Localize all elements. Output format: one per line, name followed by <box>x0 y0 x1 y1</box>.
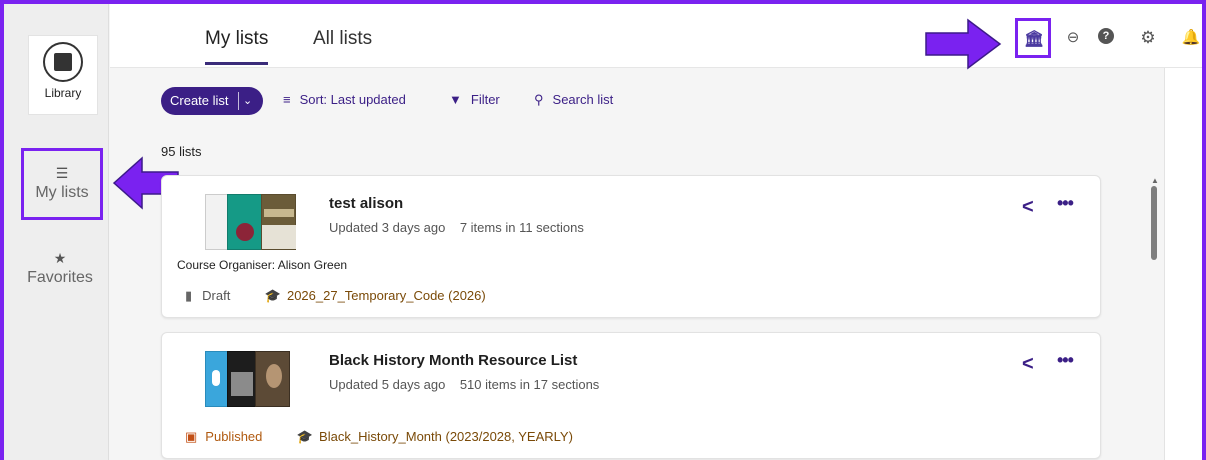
book-cover <box>261 194 296 250</box>
course-badge[interactable]: 🎓 Black_History_Month (2023/2028, YEARLY) <box>297 429 573 445</box>
institution-button[interactable]: 🏛 <box>1015 18 1051 58</box>
course-badge[interactable]: 🎓 2026_27_Temporary_Code (2026) <box>265 288 486 304</box>
sort-icon: ≡ <box>283 92 291 107</box>
filter-icon: ▼ <box>449 92 462 107</box>
scroll-up-arrow-icon[interactable]: ▲ <box>1151 176 1159 185</box>
library-logo[interactable]: Library <box>28 35 98 115</box>
lists-count: 95 lists <box>161 144 202 159</box>
search-icon: ⚲ <box>534 92 544 107</box>
sort-label: Sort: Last updated <box>299 92 406 107</box>
app-frame: Library ☰ My lists ★ Favorites My lists … <box>0 0 1206 460</box>
graduation-cap-icon: 🎓 <box>264 288 281 303</box>
list-icon: ☰ <box>55 165 69 181</box>
draft-file-icon: ▮ <box>185 288 193 303</box>
link-icon[interactable]: ⊖ <box>1062 28 1084 46</box>
chevron-down-icon[interactable]: ⌄ <box>243 87 252 115</box>
button-divider <box>238 92 239 110</box>
scrollbar[interactable]: ▲ <box>1149 176 1161 460</box>
rail-item-label: Favorites <box>27 269 93 286</box>
more-options-icon[interactable]: ••• <box>1057 193 1074 214</box>
course-organiser: Course Organiser: Alison Green <box>177 258 348 272</box>
filter-label: Filter <box>470 92 500 107</box>
status-badge: ▣ Published <box>185 429 263 444</box>
settings-icon[interactable]: ⚙ <box>1137 28 1159 48</box>
rail-item-label: My lists <box>35 184 89 201</box>
updated-text: Updated 5 days ago <box>329 377 446 392</box>
items-count: 510 items in 17 sections <box>459 377 600 392</box>
cover-thumbnails <box>205 351 298 407</box>
filter-button[interactable]: ▼ Filter <box>449 92 500 107</box>
annotation-arrow-right <box>925 18 1002 70</box>
list-badges: ▣ Published 🎓 Black_History_Month (2023/20… <box>185 428 603 446</box>
updated-text: Updated 3 days ago <box>329 220 446 235</box>
search-list-button[interactable]: ⚲ Search list <box>534 92 613 108</box>
left-rail: Library ☰ My lists ★ Favorites <box>4 4 109 460</box>
search-label: Search list <box>552 92 614 107</box>
more-options-icon[interactable]: ••• <box>1057 350 1074 371</box>
status-badge: ▮ Draft <box>185 288 231 303</box>
rail-item-my-lists[interactable]: ☰ My lists <box>21 148 103 220</box>
tab-my-lists[interactable]: My lists <box>205 28 269 65</box>
published-file-icon: ▣ <box>185 429 198 444</box>
tab-all-lists[interactable]: All lists <box>313 28 372 50</box>
create-list-button[interactable]: Create list ⌄ <box>161 87 263 115</box>
scrollbar-thumb[interactable] <box>1151 186 1157 260</box>
right-panel <box>1164 68 1202 460</box>
notifications-icon[interactable]: 🔔 <box>1180 28 1202 46</box>
share-icon[interactable]: < <box>1022 196 1034 219</box>
share-icon[interactable]: < <box>1022 353 1034 376</box>
sort-button[interactable]: ≡ Sort: Last updated <box>283 92 406 107</box>
book-cover <box>227 194 262 250</box>
list-badges: ▮ Draft 🎓 2026_27_Temporary_Code (2026) <box>185 287 516 305</box>
graduation-cap-icon: 🎓 <box>296 429 314 444</box>
star-icon: ★ <box>53 250 67 266</box>
create-list-label: Create list <box>170 93 229 108</box>
list-title[interactable]: Black History Month Resource List <box>329 352 577 369</box>
institution-icon: 🏛 <box>1024 31 1045 48</box>
cover-thumbnails <box>205 194 298 250</box>
top-bar: My lists All lists 🏛 ⊖ ? ⚙ 🔔 <box>110 4 1202 68</box>
list-meta: Updated 3 days ago 7 items in 11 section… <box>329 220 584 235</box>
university-seal-icon <box>43 42 83 82</box>
list-card[interactable]: test alison Updated 3 days ago 7 items i… <box>161 175 1101 318</box>
list-card[interactable]: Black History Month Resource List Update… <box>161 332 1101 459</box>
items-count: 7 items in 11 sections <box>459 220 584 235</box>
rail-item-favorites[interactable]: ★ Favorites <box>18 250 102 287</box>
list-title[interactable]: test alison <box>329 195 403 212</box>
logo-label: Library <box>44 86 82 100</box>
list-meta: Updated 5 days ago 510 items in 17 secti… <box>329 377 599 392</box>
help-icon[interactable]: ? <box>1098 28 1120 44</box>
book-cover <box>255 351 290 407</box>
